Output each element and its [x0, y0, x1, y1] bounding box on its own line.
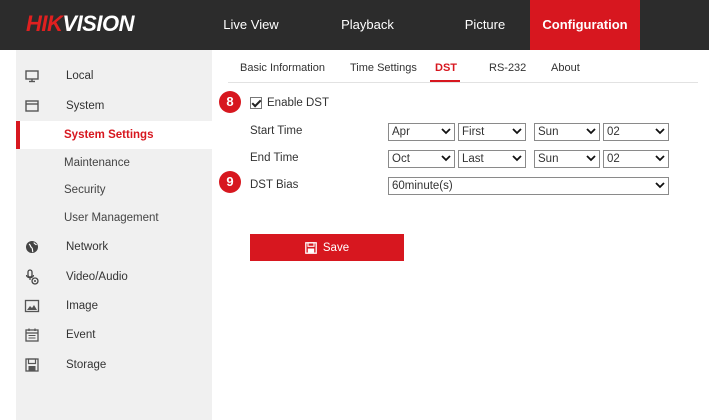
main-content: Basic Information Time Settings DST RS-2…	[212, 50, 709, 420]
tab-rs-232[interactable]: RS-232	[489, 62, 526, 74]
sidebar-item-video-audio[interactable]: Video/Audio	[16, 263, 212, 291]
save-icon	[305, 241, 317, 254]
tab-dst[interactable]: DST	[435, 62, 457, 74]
nav-picture[interactable]: Picture	[450, 0, 520, 50]
chevron-down-icon	[655, 128, 665, 135]
sidebar-item-label: Image	[66, 300, 98, 312]
sidebar-item-security[interactable]: Security	[16, 176, 212, 204]
sidebar-item-system[interactable]: System	[16, 92, 212, 120]
system-icon	[25, 100, 39, 112]
end-month-select[interactable]: Oct	[388, 150, 455, 168]
sidebar-item-label: Local	[66, 70, 94, 82]
dst-bias-select[interactable]: 60minute(s)	[388, 177, 669, 195]
chevron-down-icon	[441, 128, 451, 135]
step-badge-8: 8	[219, 91, 241, 113]
sidebar-item-label: Network	[66, 241, 109, 253]
sidebar-item-maintenance[interactable]: Maintenance	[16, 149, 212, 177]
tab-time-settings[interactable]: Time Settings	[350, 62, 417, 74]
save-button-label: Save	[322, 241, 350, 254]
globe-icon	[26, 241, 38, 253]
sidebar: Local System System Settings Maintenance…	[16, 50, 212, 420]
storage-icon	[25, 358, 39, 372]
sidebar-item-network[interactable]: Network	[16, 233, 212, 261]
sidebar-item-image[interactable]: Image	[16, 292, 212, 320]
step-badge-9: 9	[219, 171, 241, 193]
sidebar-item-storage[interactable]: Storage	[16, 351, 212, 379]
enable-dst-label: Enable DST	[267, 97, 330, 109]
chevron-down-icon	[586, 155, 596, 162]
start-month-select[interactable]: Apr	[388, 123, 455, 141]
enable-dst-row: Enable DST	[250, 97, 329, 109]
chevron-down-icon	[512, 128, 522, 135]
top-navigation-bar: HIKVISION Live View Playback Picture Con…	[0, 0, 709, 50]
tab-basic-information[interactable]: Basic Information	[240, 62, 325, 74]
end-day-select[interactable]: Sun	[534, 150, 600, 168]
save-button[interactable]: Save	[250, 234, 404, 261]
end-time-label: End Time	[250, 152, 299, 164]
start-day-select[interactable]: Sun	[534, 123, 600, 141]
start-week-select[interactable]: First	[458, 123, 526, 141]
sidebar-item-label: Maintenance	[64, 157, 130, 169]
sidebar-item-label: User Management	[64, 212, 159, 224]
sidebar-item-label: System Settings	[64, 129, 154, 141]
end-week-select[interactable]: Last	[458, 150, 526, 168]
sidebar-item-event[interactable]: Event	[16, 321, 212, 349]
sidebar-item-label: Video/Audio	[66, 271, 128, 283]
sidebar-item-system-settings[interactable]: System Settings	[16, 121, 212, 149]
enable-dst-checkbox[interactable]	[250, 97, 262, 109]
nav-configuration[interactable]: Configuration	[530, 0, 640, 50]
nav-live-view[interactable]: Live View	[216, 0, 286, 50]
sidebar-item-label: Security	[64, 184, 106, 196]
video-audio-icon	[25, 269, 39, 285]
image-icon	[24, 299, 40, 313]
start-hour-select[interactable]: 02	[603, 123, 669, 141]
sidebar-item-label: Storage	[66, 359, 107, 371]
tab-divider	[228, 82, 698, 83]
chevron-down-icon	[655, 155, 665, 162]
sidebar-item-local[interactable]: Local	[16, 62, 212, 90]
calendar-icon	[25, 328, 39, 342]
end-hour-select[interactable]: 02	[603, 150, 669, 168]
sidebar-item-label: Event	[66, 329, 96, 341]
sidebar-item-user-management[interactable]: User Management	[16, 204, 212, 232]
nav-playback[interactable]: Playback	[330, 0, 405, 50]
start-time-label: Start Time	[250, 125, 303, 137]
chevron-down-icon	[655, 182, 665, 189]
hikvision-logo: HIKVISION	[26, 11, 134, 36]
chevron-down-icon	[586, 128, 596, 135]
chevron-down-icon	[441, 155, 451, 162]
sidebar-item-label: System	[66, 100, 105, 112]
dst-bias-label: DST Bias	[250, 179, 299, 191]
monitor-icon	[25, 70, 39, 83]
tab-about[interactable]: About	[551, 62, 580, 74]
chevron-down-icon	[512, 155, 522, 162]
